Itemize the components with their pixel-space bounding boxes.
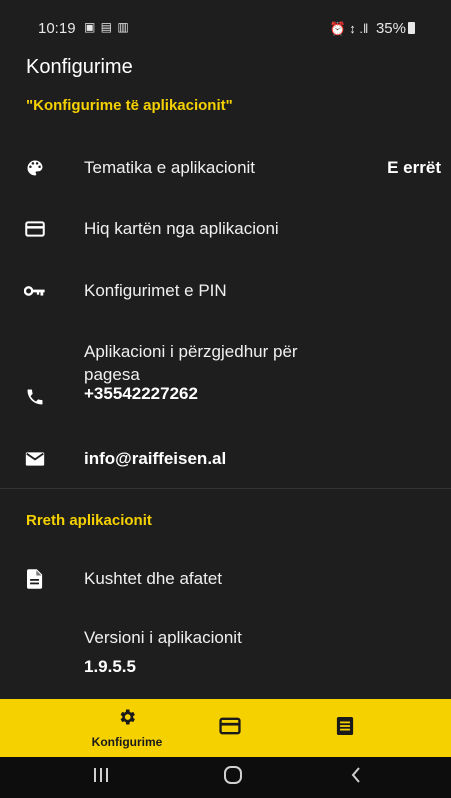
back-icon (349, 766, 363, 789)
palette-icon (24, 157, 46, 179)
list-icon (336, 716, 354, 741)
terms-label: Kushtet dhe afatet (84, 569, 222, 588)
home-icon (223, 765, 243, 790)
document-icon (24, 568, 46, 590)
system-status-icons: ⏰ ↕ .‖ 35% (329, 20, 415, 37)
nav-transactions[interactable] (320, 699, 370, 757)
payment-app-row[interactable]: Aplikacioni i përzgjedhur për pagesa +35… (0, 338, 451, 414)
nav-settings[interactable]: Konfigurime (72, 699, 182, 757)
remove-card-label: Hiq kartën nga aplikacioni (84, 219, 279, 238)
status-time: 10:19 (38, 20, 76, 37)
pin-settings-label: Konfigurimet e PIN (84, 281, 227, 300)
mail-icon (24, 448, 46, 470)
nav-cards[interactable] (205, 699, 255, 757)
version-row: Versioni i aplikacionit 1.9.5.5 (0, 622, 451, 682)
theme-value: E errët (387, 158, 441, 177)
section-header-about: Rreth aplikacionit (26, 512, 152, 529)
email-link[interactable]: info@raiffeisen.al (84, 449, 226, 469)
key-icon (24, 280, 46, 302)
home-button[interactable] (218, 765, 248, 789)
battery-level: 35% (375, 20, 406, 37)
payment-app-label-line2: pagesa (84, 365, 140, 384)
battery-icon (408, 22, 415, 34)
card-icon (219, 717, 241, 740)
bottom-nav: Konfigurime (0, 699, 451, 757)
nav-settings-label: Konfigurime (91, 735, 163, 749)
signal-icons: ⏰ ↕ .‖ (329, 21, 369, 36)
remove-card-row[interactable]: Hiq kartën nga aplikacioni (0, 206, 451, 252)
card-icon (24, 218, 46, 240)
pin-settings-row[interactable]: Konfigurimet e PIN (0, 268, 451, 314)
version-label: Versioni i aplikacionit (84, 628, 242, 647)
section-header-settings: "Konfigurime të aplikacionit" (26, 97, 233, 114)
recent-apps-icon (92, 767, 110, 788)
payment-app-label-line1: Aplikacioni i përzgjedhur për (84, 342, 298, 361)
version-value: 1.9.5.5 (84, 657, 136, 676)
phone-icon (24, 386, 46, 408)
system-nav-bar (0, 757, 451, 798)
notification-icons: ▣ ▤ ▥ (84, 20, 130, 34)
back-button[interactable] (341, 765, 371, 789)
page-title: Konfigurime (26, 56, 133, 78)
phone-number[interactable]: +35542227262 (84, 384, 198, 404)
section-divider (0, 488, 451, 489)
theme-row[interactable]: Tematika e aplikacionit E errët (0, 145, 451, 191)
theme-label: Tematika e aplikacionit (84, 158, 256, 177)
status-bar: 10:19 ▣ ▤ ▥ ⏰ ↕ .‖ 35% (0, 0, 451, 52)
recent-apps-button[interactable] (86, 765, 116, 789)
email-row[interactable]: info@raiffeisen.al (0, 436, 451, 482)
terms-row[interactable]: Kushtet dhe afatet (0, 556, 451, 602)
gear-icon (117, 707, 137, 732)
